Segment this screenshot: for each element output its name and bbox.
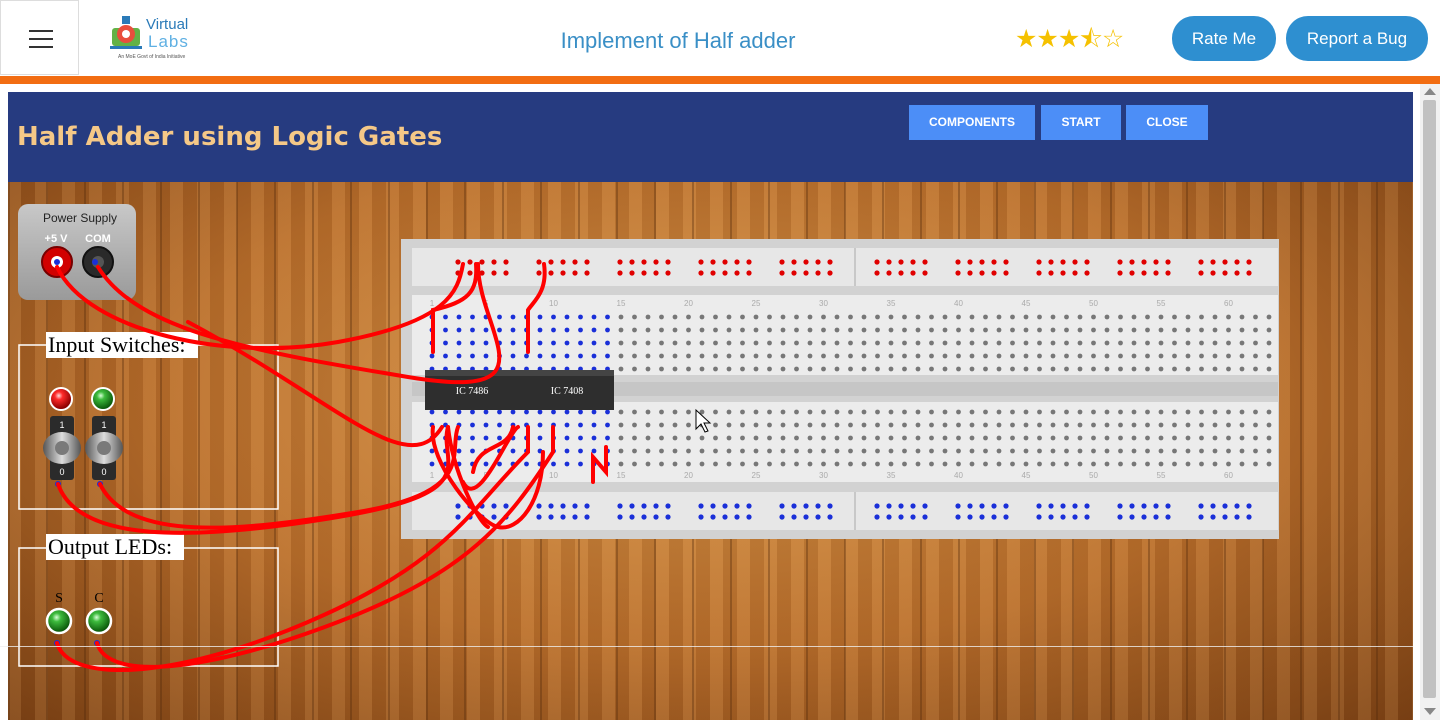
column-number: 35	[887, 471, 896, 480]
toggle-switch-a[interactable]: 1 0	[43, 416, 81, 480]
column-number: 55	[1157, 471, 1166, 480]
ic-7486-label: IC 7486	[456, 386, 489, 397]
column-number: 40	[954, 299, 963, 308]
column-number: 10	[549, 471, 558, 480]
column-number: 15	[617, 471, 626, 480]
power-supply-title: Power Supply	[43, 211, 117, 225]
switch-a-on-label: 1	[59, 420, 64, 430]
switch-b-off-label: 0	[101, 467, 106, 477]
output-led-c	[85, 607, 113, 635]
output-leds-title: Output LEDs:	[48, 534, 172, 559]
column-number: 55	[1157, 299, 1166, 308]
close-button[interactable]: CLOSE	[1126, 105, 1208, 140]
toggle-switch-b[interactable]: 1 0	[85, 416, 123, 480]
column-number: 30	[819, 299, 828, 308]
virtual-labs-logo[interactable]: Virtual Labs An MoE Govt of India Initia…	[108, 12, 204, 64]
column-number: 50	[1089, 471, 1098, 480]
vertical-scrollbar[interactable]	[1420, 84, 1440, 720]
ic-7408[interactable]: IC 7408	[520, 370, 614, 410]
column-number: 60	[1224, 471, 1233, 480]
switch-b-on-label: 1	[101, 420, 106, 430]
page-title: Implement of Half adder	[560, 28, 796, 53]
scroll-down-arrow-icon[interactable]	[1424, 708, 1436, 715]
top-header: Virtual Labs An MoE Govt of India Initia…	[0, 0, 1440, 78]
power-supply: Power Supply +5 V COM	[18, 204, 136, 300]
report-bug-button[interactable]: Report a Bug	[1286, 16, 1428, 61]
ic-7486[interactable]: IC 7486	[425, 370, 520, 410]
column-number: 20	[684, 471, 693, 480]
simulator-header: Half Adder using Logic Gates COMPONENTS …	[8, 92, 1413, 182]
column-number: 40	[954, 471, 963, 480]
com-label: COM	[85, 233, 111, 245]
switch-a-off-label: 0	[59, 467, 64, 477]
workbench-area: Power Supply +5 V COM Input Switches: 1 …	[8, 182, 1413, 720]
column-number: 30	[819, 471, 828, 480]
logo-tagline: An MoE Govt of India Initiative	[118, 54, 186, 60]
column-number: 1	[430, 471, 435, 480]
simulator-title: Half Adder using Logic Gates	[17, 122, 443, 152]
hamburger-menu-icon[interactable]	[0, 0, 79, 75]
plus-5v-label: +5 V	[45, 233, 69, 245]
column-number: 20	[684, 299, 693, 308]
column-number: 25	[752, 471, 761, 480]
led-c-label: C	[94, 591, 103, 606]
column-number: 35	[887, 299, 896, 308]
input-led-b	[91, 387, 115, 411]
header-divider	[0, 76, 1440, 84]
simulator-panel: Half Adder using Logic Gates COMPONENTS …	[8, 92, 1413, 720]
column-number: 50	[1089, 299, 1098, 308]
components-button[interactable]: COMPONENTS	[909, 105, 1035, 140]
input-led-a	[49, 387, 73, 411]
scroll-thumb[interactable]	[1423, 100, 1436, 698]
start-button[interactable]: START	[1041, 105, 1121, 140]
column-number: 1	[430, 299, 435, 308]
column-number: 25	[752, 299, 761, 308]
led-s-label: S	[55, 591, 63, 606]
rating-stars[interactable]: ★★★⯪☆	[1015, 20, 1124, 63]
divider-line	[0, 646, 1413, 647]
column-number: 10	[549, 299, 558, 308]
column-number: 15	[617, 299, 626, 308]
ic-7408-label: IC 7408	[551, 386, 584, 397]
output-led-s	[45, 607, 73, 635]
logo-text-labs: Labs	[148, 32, 189, 51]
flask-logo-icon	[110, 16, 142, 49]
column-number: 45	[1022, 299, 1031, 308]
column-number: 60	[1224, 299, 1233, 308]
rate-me-button[interactable]: Rate Me	[1172, 16, 1276, 61]
logo-text-virtual: Virtual	[146, 16, 189, 33]
column-number: 45	[1022, 471, 1031, 480]
scroll-up-arrow-icon[interactable]	[1424, 88, 1436, 95]
